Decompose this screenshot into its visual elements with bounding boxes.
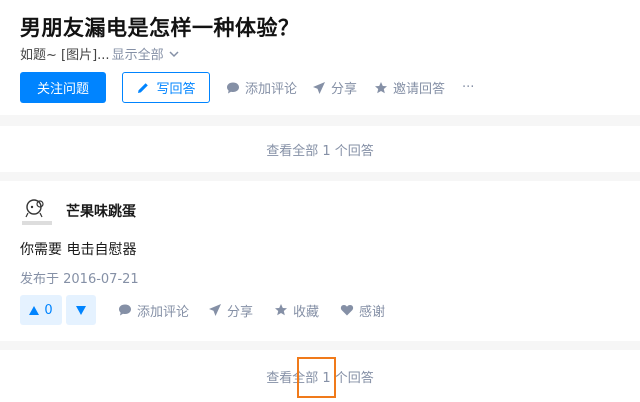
- collect-button[interactable]: 收藏: [274, 295, 319, 325]
- answer-share-label: 分享: [227, 304, 254, 320]
- answer-share-button[interactable]: 分享: [208, 295, 253, 325]
- write-answer-button[interactable]: 写回答: [122, 72, 210, 103]
- write-answer-label: 写回答: [156, 82, 196, 97]
- thanks-label: 感谢: [359, 304, 386, 320]
- pencil-icon: [138, 82, 149, 93]
- heart-icon: [340, 304, 354, 316]
- excerpt-text: 如题~ [图片]...: [20, 48, 110, 63]
- more-icon: ···: [462, 80, 475, 95]
- answer-content: 你需要 电击自慰器: [20, 242, 137, 258]
- question-header: 男朋友漏电是怎样一种体验？ 如题~ [图片]... 显示全部 关注问题 写回答 …: [0, 0, 640, 115]
- comment-icon: [227, 82, 239, 93]
- add-comment-label: 添加评论: [245, 82, 298, 97]
- avatar[interactable]: [20, 195, 54, 229]
- downvote-button[interactable]: [66, 295, 96, 325]
- share-icon: [313, 81, 325, 94]
- add-comment-button[interactable]: 添加评论: [226, 72, 297, 103]
- view-all-answers-top[interactable]: 查看全部 1 个回答: [0, 126, 640, 172]
- share-icon: [209, 304, 221, 316]
- share-label: 分享: [331, 82, 358, 97]
- publish-date[interactable]: 发布于 2016-07-21: [20, 268, 139, 287]
- highlight-box: [297, 357, 336, 398]
- invite-answer-label: 邀请回答: [393, 82, 446, 97]
- more-menu-button[interactable]: ···: [462, 72, 474, 103]
- question-title[interactable]: 男朋友漏电是怎样一种体验？: [20, 12, 300, 42]
- chevron-down-icon: [169, 50, 179, 57]
- invite-answer-button[interactable]: 邀请回答: [374, 72, 445, 103]
- star-icon: [275, 304, 287, 316]
- triangle-up-icon: [29, 305, 40, 315]
- answer-comment-label: 添加评论: [137, 304, 190, 320]
- share-button[interactable]: 分享: [312, 72, 357, 103]
- triangle-down-icon: [76, 305, 86, 315]
- question-excerpt[interactable]: 如题~ [图片]... 显示全部: [20, 44, 180, 63]
- author-name[interactable]: 芒果味跳蛋: [66, 201, 136, 221]
- vote-count: 0: [44, 302, 53, 318]
- follow-question-button[interactable]: 关注问题: [20, 72, 106, 103]
- thanks-button[interactable]: 感谢: [340, 295, 385, 325]
- answer-comment-button[interactable]: 添加评论: [118, 295, 189, 325]
- star-icon: [375, 81, 387, 93]
- show-all-link[interactable]: 显示全部: [112, 44, 164, 63]
- comment-icon: [119, 304, 131, 316]
- collect-label: 收藏: [293, 304, 320, 320]
- view-all-answers-top-label: 查看全部 1 个回答: [266, 143, 374, 159]
- upvote-button[interactable]: 0: [20, 295, 62, 325]
- answer-card: 芒果味跳蛋 你需要 电击自慰器 发布于 2016-07-21 0 添加评论 分享…: [0, 181, 640, 341]
